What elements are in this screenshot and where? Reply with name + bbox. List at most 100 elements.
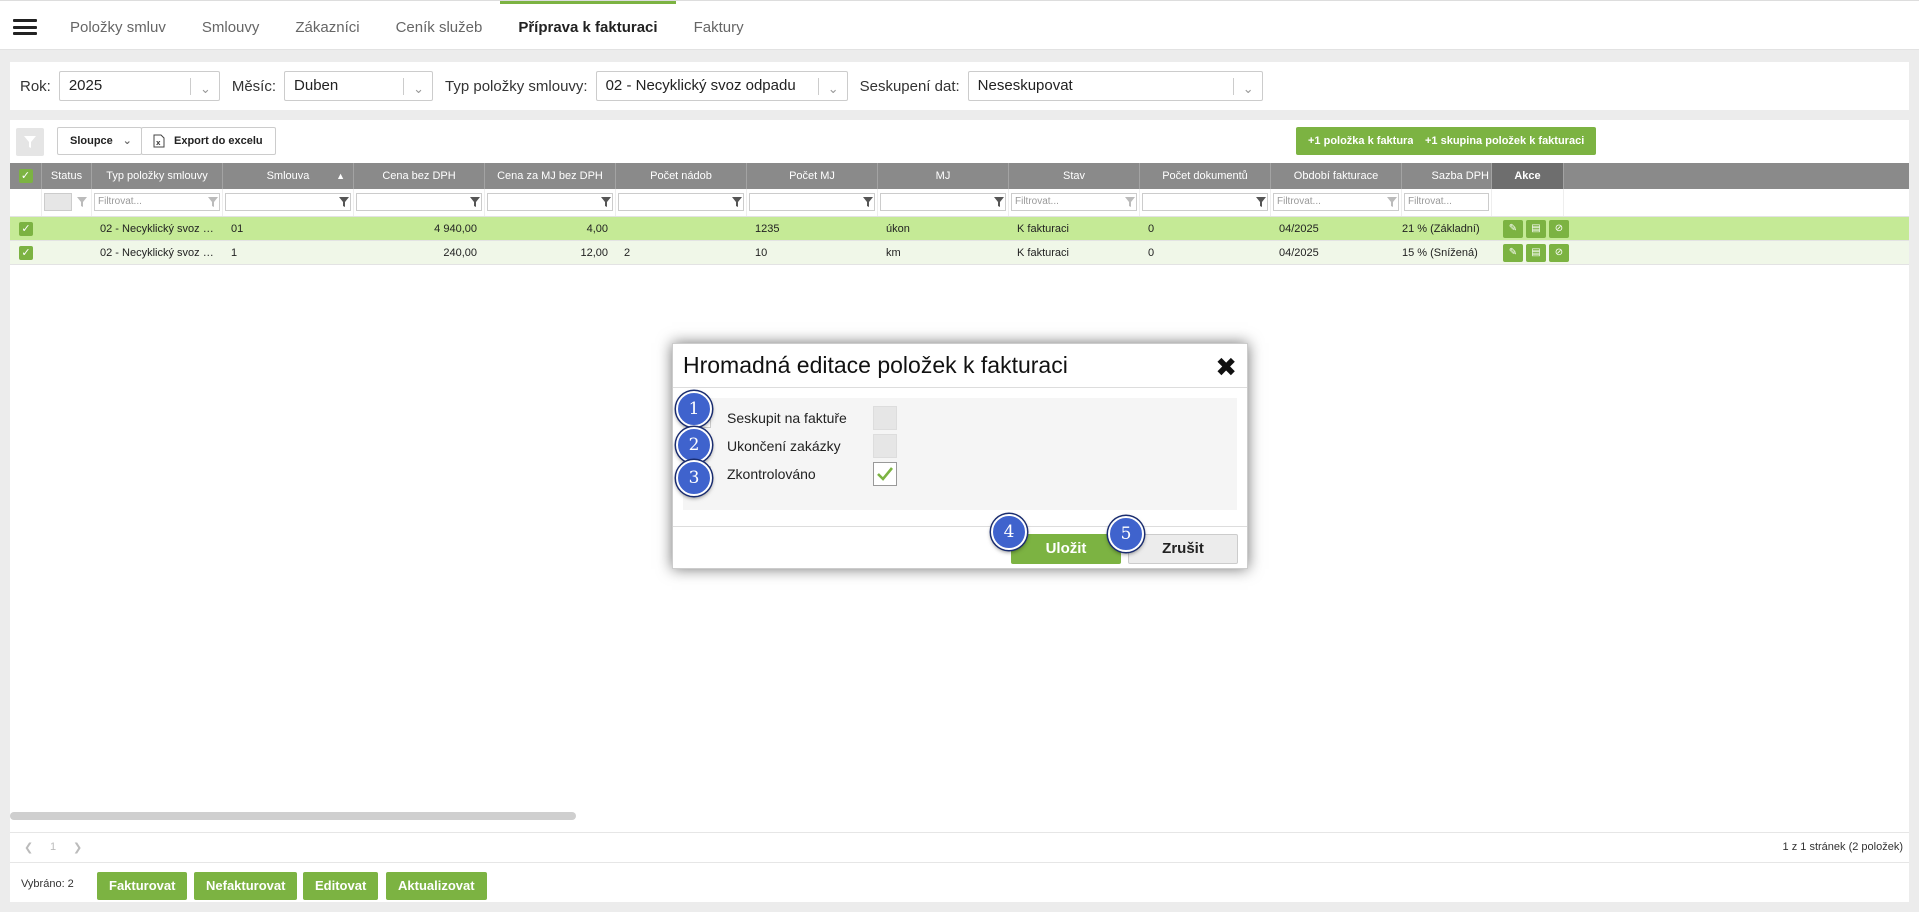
cancel-icon[interactable]: ⊘ (1549, 244, 1569, 263)
cancel-icon[interactable]: ⊘ (1549, 220, 1569, 239)
header-vat-rate[interactable]: Sazba DPH (1402, 163, 1492, 189)
document-icon[interactable]: ▤ (1526, 244, 1546, 263)
order-completion-checkbox[interactable] (873, 434, 897, 458)
data-grouping-label: Seskupení dat: (859, 77, 960, 95)
filter-icon[interactable] (994, 197, 1004, 207)
select-all-checkbox[interactable]: ✓ (18, 169, 33, 184)
header-unit-price[interactable]: Cena za MJ bez DPH (485, 163, 616, 189)
cell-vat-rate: 15 % (Snížená) (1402, 247, 1478, 259)
filter-icon[interactable] (732, 197, 742, 207)
cell-actions: ✎ ▤ ⊘ (1500, 241, 1572, 264)
edit-button[interactable]: Editovat (303, 872, 379, 900)
horizontal-scrollbar[interactable] (10, 812, 576, 820)
annotation-badge: 2 (676, 427, 712, 463)
contract-filter-input[interactable] (225, 193, 351, 211)
group-on-invoice-checkbox[interactable] (873, 406, 897, 430)
cell-actions: ✎ ▤ ⊘ (1500, 217, 1572, 240)
container-count-filter-input[interactable] (618, 193, 744, 211)
filter-icon[interactable] (1256, 197, 1266, 207)
header-contract-label: Smlouva (266, 170, 310, 182)
header-status[interactable]: Status (42, 163, 92, 189)
export-label: Export do excelu (174, 135, 263, 147)
save-button[interactable]: Uložit (1011, 534, 1121, 564)
tab-cenik-sluzeb[interactable]: Ceník služeb (378, 1, 501, 51)
year-select[interactable]: 2025 ⌄ (58, 71, 220, 101)
annotation-badge: 1 (676, 391, 712, 427)
filter-icon[interactable] (863, 197, 873, 207)
filter-cell-unit-price (485, 189, 616, 216)
chevron-down-icon: ⌄ (199, 81, 211, 96)
header-unit[interactable]: MJ (878, 163, 1009, 189)
document-count-filter-input[interactable] (1142, 193, 1268, 211)
filter-icon[interactable] (1387, 197, 1397, 207)
year-value: 2025 (68, 77, 103, 94)
tab-zakaznici[interactable]: Zákazníci (277, 1, 377, 51)
filter-icon[interactable] (1125, 197, 1135, 207)
table-row[interactable]: ✓ 02 - Necyklický svoz odpa... 01 4 940,… (10, 217, 1909, 241)
filter-cell-price (354, 189, 485, 216)
vat-rate-filter-input[interactable]: Filtrovat... (1404, 193, 1489, 211)
filter-icon[interactable] (601, 197, 611, 207)
filter-cell-status (42, 189, 92, 216)
filter-icon[interactable] (470, 197, 480, 207)
state-filter-input[interactable]: Filtrovat... (1011, 193, 1137, 211)
dialog-title: Hromadná editace položek k fakturaci (683, 352, 1068, 378)
cell-contract: 01 (231, 223, 244, 235)
table-row[interactable]: ✓ 02 - Necyklický svoz odpa... 1 240,00 … (10, 241, 1909, 265)
row-checkbox[interactable]: ✓ (19, 246, 33, 261)
filter-icon[interactable] (339, 197, 349, 207)
unit-price-filter-input[interactable] (487, 193, 613, 211)
type-filter-input[interactable]: Filtrovat... (94, 193, 220, 211)
filter-icon[interactable] (77, 197, 87, 207)
edit-pencil-icon[interactable]: ✎ (1503, 244, 1523, 263)
filter-cell-contract (223, 189, 354, 216)
document-icon[interactable]: ▤ (1526, 220, 1546, 239)
prev-page-icon[interactable]: ❮ (24, 841, 33, 854)
contract-item-type-select[interactable]: 02 - Necyklický svoz odpadu ⌄ (595, 71, 848, 101)
tab-smlouvy[interactable]: Smlouvy (184, 1, 278, 51)
header-container-count[interactable]: Počet nádob (616, 163, 747, 189)
tab-faktury[interactable]: Faktury (676, 1, 762, 51)
tab-priprava-k-fakturaci[interactable]: Příprava k fakturaci (500, 1, 676, 51)
do-not-invoice-button[interactable]: Nefakturovat (194, 872, 298, 900)
price-filter-input[interactable] (356, 193, 482, 211)
filter-cell-actions (1492, 189, 1564, 216)
header-contract[interactable]: Smlouva ▲ (223, 163, 354, 189)
refresh-button[interactable]: Aktualizovat (386, 872, 487, 900)
billing-period-filter-input[interactable]: Filtrovat... (1273, 193, 1399, 211)
close-icon[interactable]: ✖ (1215, 352, 1237, 383)
status-filter[interactable] (44, 193, 72, 211)
checked-checkbox[interactable] (873, 462, 897, 486)
header-type[interactable]: Typ položky smlouvy (92, 163, 223, 189)
header-state[interactable]: Stav (1009, 163, 1140, 189)
cell-price: 4 940,00 (434, 223, 477, 235)
sort-asc-icon: ▲ (336, 171, 345, 181)
edit-pencil-icon[interactable]: ✎ (1503, 220, 1523, 239)
export-excel-button[interactable]: x Export do excelu (141, 127, 276, 155)
cancel-button[interactable]: Zrušit (1128, 534, 1238, 564)
dialog-divider (673, 387, 1247, 388)
month-select[interactable]: Duben ⌄ (284, 71, 434, 101)
hamburger-menu-icon[interactable] (13, 19, 37, 35)
filter-cell-container-count (616, 189, 747, 216)
data-grid: ✓ Status Typ položky smlouvy Smlouva ▲ Ce… (10, 163, 1909, 265)
top-navigation: Položky smluv Smlouvy Zákazníci Ceník sl… (0, 0, 1919, 50)
next-page-icon[interactable]: ❯ (73, 841, 82, 854)
header-unit-count[interactable]: Počet MJ (747, 163, 878, 189)
cell-state: K fakturaci (1017, 223, 1069, 235)
invoice-button[interactable]: Fakturovat (97, 872, 188, 900)
page-number[interactable]: 1 (50, 841, 56, 853)
header-price[interactable]: Cena bez DPH (354, 163, 485, 189)
add-group-button[interactable]: +1 skupina položek k fakturaci (1413, 127, 1597, 155)
row-checkbox[interactable]: ✓ (19, 222, 33, 237)
data-grouping-select[interactable]: Neseskupovat ⌄ (967, 71, 1263, 101)
columns-button[interactable]: Sloupce ⌄ (57, 127, 142, 155)
unit-count-filter-input[interactable] (749, 193, 875, 211)
unit-filter-input[interactable] (880, 193, 1006, 211)
header-billing-period[interactable]: Období fakturace (1271, 163, 1402, 189)
cell-type: 02 - Necyklický svoz odpa... (100, 247, 223, 259)
filter-icon[interactable] (208, 197, 218, 207)
header-document-count[interactable]: Počet dokumentů (1140, 163, 1271, 189)
clear-filter-button[interactable] (16, 128, 44, 156)
tab-polozky-smluv[interactable]: Položky smluv (52, 1, 184, 51)
